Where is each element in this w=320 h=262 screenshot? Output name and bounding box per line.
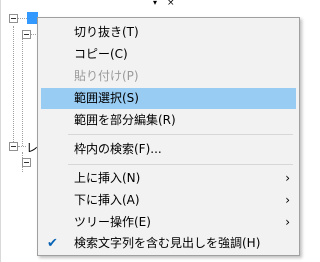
menu-item-label: 貼り付け(P) — [74, 69, 139, 83]
chevron-right-icon: › — [285, 193, 290, 207]
menu-item-highlight-headings[interactable]: ✔ 検索文字列を含む見出しを強調(H) — [41, 233, 296, 254]
menu-item-label: 枠内の検索(F)... — [74, 142, 162, 156]
menu-item-label: 範囲選択(S) — [74, 91, 139, 105]
menu-separator — [68, 164, 293, 165]
tree-connector — [13, 26, 14, 146]
menu-item-label: 下に挿入(A) — [74, 193, 140, 207]
menu-item-label: ツリー操作(E) — [74, 215, 151, 229]
chevron-right-icon: › — [285, 171, 290, 185]
menu-item-select-range[interactable]: 範囲選択(S) — [41, 88, 296, 109]
tree-collapse-icon[interactable] — [22, 30, 31, 39]
menu-item-label: 範囲を部分編集(R) — [74, 113, 176, 127]
panel-titlebar: ▾ × — [1, 0, 178, 9]
menu-item-insert-below[interactable]: 下に挿入(A) › — [41, 190, 296, 211]
menu-item-paste[interactable]: 貼り付け(P) — [41, 66, 296, 87]
tree-connector — [22, 36, 23, 146]
pin-icon[interactable]: ▾ — [153, 0, 157, 8]
menu-separator — [68, 134, 293, 135]
menu-item-label: 上に挿入(N) — [74, 171, 141, 185]
close-icon[interactable]: × — [167, 0, 175, 8]
panel-border — [0, 0, 1, 262]
menu-item-insert-above[interactable]: 上に挿入(N) › — [41, 168, 296, 189]
menu-item-label: コピー(C) — [74, 47, 128, 61]
menu-item-label: 切り抜き(T) — [74, 25, 139, 39]
tree-connector — [18, 146, 26, 147]
chevron-right-icon: › — [285, 215, 290, 229]
tree-collapse-icon[interactable] — [9, 14, 18, 23]
menu-item-tree-operations[interactable]: ツリー操作(E) › — [41, 212, 296, 233]
menu-item-edit-range[interactable]: 範囲を部分編集(R) — [41, 110, 296, 131]
tree-collapse-icon[interactable] — [9, 142, 18, 151]
checkmark-icon: ✔ — [47, 236, 58, 251]
menu-item-cut[interactable]: 切り抜き(T) — [41, 22, 296, 43]
context-menu: 切り抜き(T) コピー(C) 貼り付け(P) 範囲選択(S) 範囲を部分編集(R… — [37, 17, 300, 256]
menu-item-copy[interactable]: コピー(C) — [41, 44, 296, 65]
menu-item-find-in-frame[interactable]: 枠内の検索(F)... — [41, 139, 296, 160]
tree-collapse-icon[interactable] — [22, 158, 31, 167]
menu-item-label: 検索文字列を含む見出しを強調(H) — [74, 236, 261, 250]
